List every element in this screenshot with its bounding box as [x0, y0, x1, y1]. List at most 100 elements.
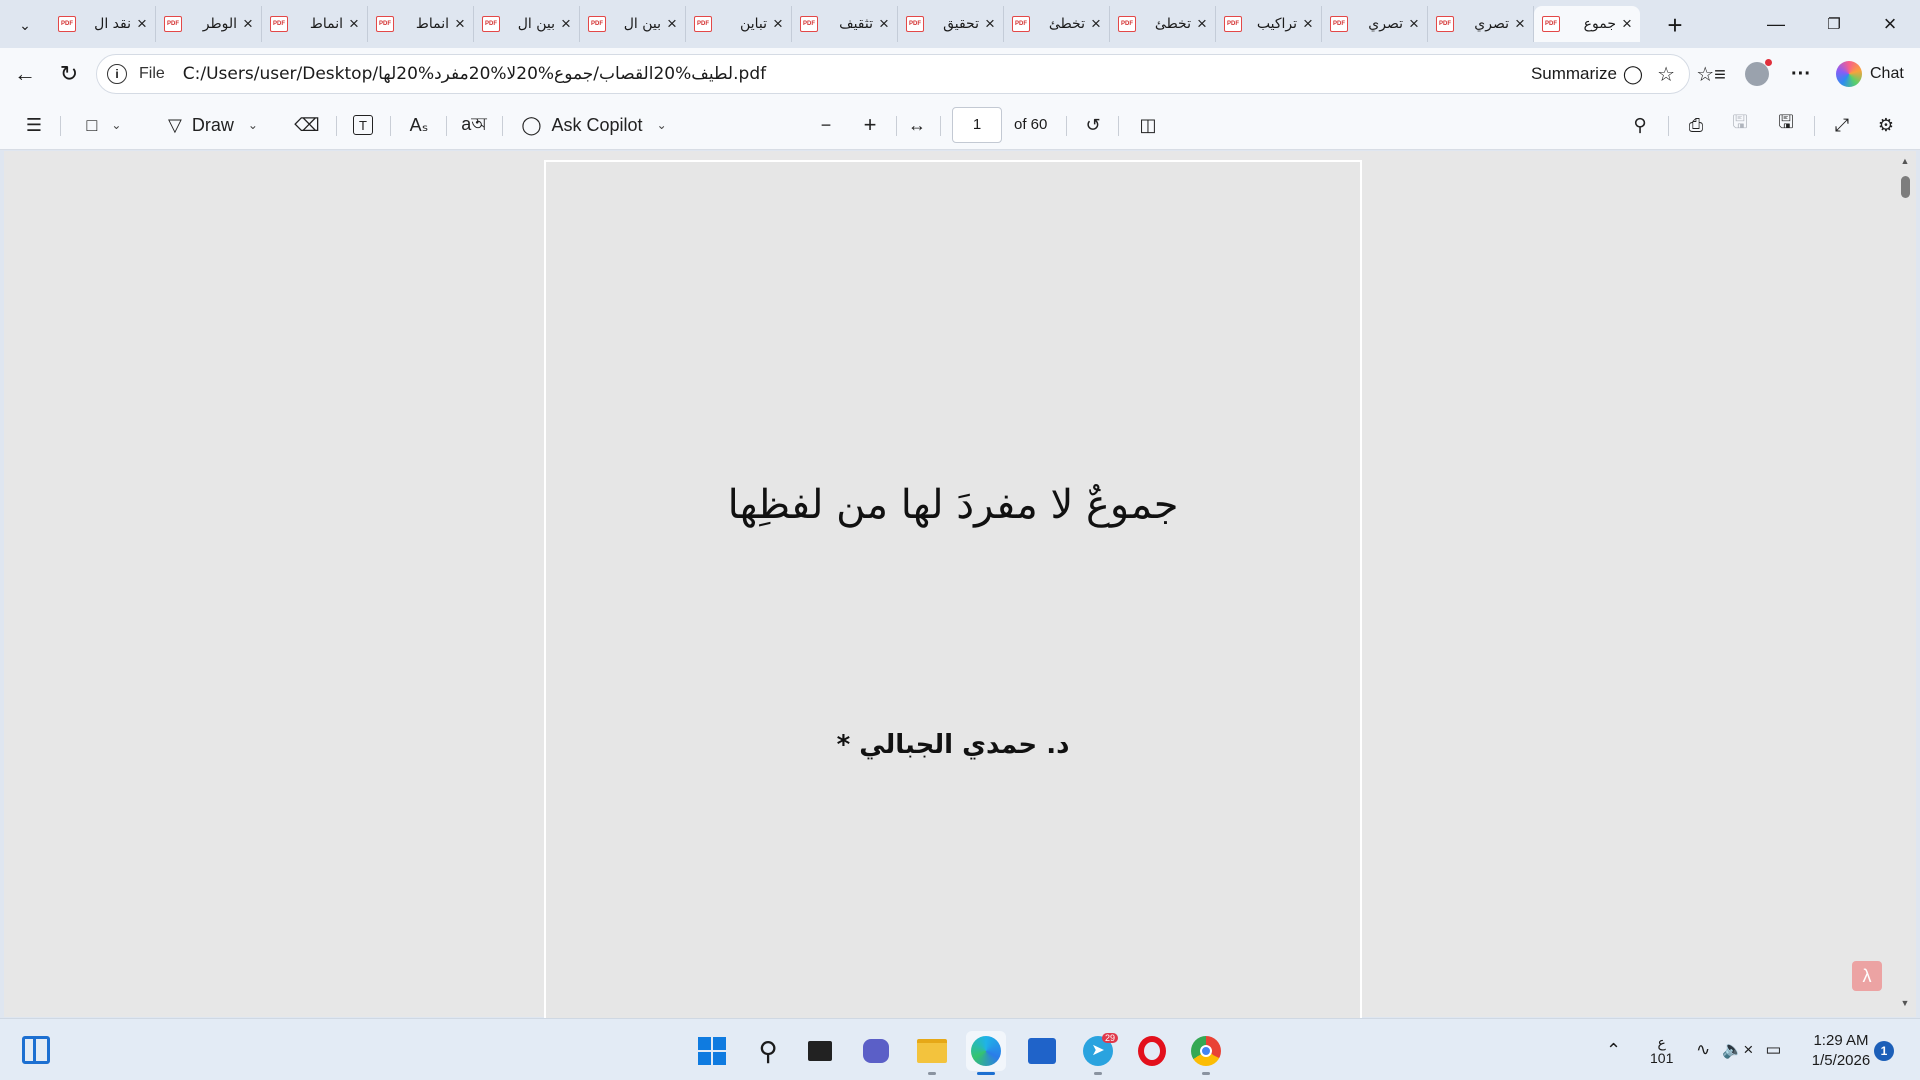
back-button[interactable]: ←: [8, 58, 42, 90]
tab[interactable]: PDF تباين ×: [686, 6, 792, 42]
tab[interactable]: PDF تثقيف ×: [792, 6, 898, 42]
highlight-button[interactable]: □ ⌄: [72, 109, 136, 141]
tab[interactable]: PDF الوطر ×: [156, 6, 262, 42]
close-icon[interactable]: ×: [983, 14, 997, 34]
fullscreen-button[interactable]: ⤢: [1826, 109, 1858, 141]
address-bar[interactable]: i File C:/Users/user/Desktop/لطيف%20القص…: [96, 54, 1690, 94]
tab[interactable]: PDF تخطئ ×: [1004, 6, 1110, 42]
tab[interactable]: PDF تحقيق ×: [898, 6, 1004, 42]
copilot-icon: ◯: [521, 114, 542, 135]
tab[interactable]: PDF تراكيب ×: [1216, 6, 1322, 42]
info-icon[interactable]: i: [107, 64, 127, 84]
scroll-up-arrow-icon[interactable]: ▲: [1898, 156, 1912, 170]
task-view-button[interactable]: [800, 1031, 840, 1071]
chevron-down-icon: ⌄: [656, 118, 667, 132]
close-window-button[interactable]: ×: [1862, 0, 1918, 48]
close-icon[interactable]: ×: [135, 14, 149, 34]
tab[interactable]: PDF بين ال ×: [474, 6, 580, 42]
url-text[interactable]: C:/Users/user/Desktop/لطيف%20القصاب/جموع…: [183, 64, 766, 84]
teams-app[interactable]: [856, 1031, 896, 1071]
settings-more-button[interactable]: ···: [1784, 58, 1818, 90]
close-icon[interactable]: ×: [877, 14, 891, 34]
add-text-button[interactable]: T: [346, 109, 380, 141]
telegram-app[interactable]: ➤ 29: [1078, 1031, 1118, 1075]
tab[interactable]: PDF انماط ×: [262, 6, 368, 42]
copilot-chat-button[interactable]: Chat: [1830, 56, 1914, 92]
acrobat-icon[interactable]: λ: [1852, 961, 1882, 991]
vertical-scrollbar[interactable]: ▲ ▼: [1898, 156, 1912, 1012]
minimize-button[interactable]: —: [1748, 0, 1804, 48]
save-button[interactable]: 🖫: [1724, 109, 1756, 141]
tab[interactable]: PDF نقد ال ×: [50, 6, 156, 42]
tab-title: تحقيق: [943, 16, 979, 32]
close-icon[interactable]: ×: [559, 14, 573, 34]
restore-button[interactable]: ❐: [1806, 0, 1862, 48]
new-tab-button[interactable]: +: [1658, 10, 1692, 40]
ask-copilot-button[interactable]: ◯ Ask Copilot ⌄: [518, 109, 670, 141]
clock[interactable]: 1:29 AM 1/5/2026: [1796, 1031, 1886, 1071]
draw-button[interactable]: ▽ Draw ⌄: [156, 109, 270, 141]
taskbar-search-button[interactable]: ⚲: [748, 1031, 788, 1071]
pdf-viewer[interactable]: جموعٌ لا مفردَ لها من لفظِها د. حمدي الج…: [4, 151, 1916, 1030]
close-icon[interactable]: ×: [1513, 14, 1527, 34]
widgets-icon[interactable]: [22, 1036, 50, 1064]
favorite-star-icon[interactable]: ☆: [1657, 62, 1675, 87]
pdf-icon: PDF: [482, 16, 500, 32]
page-number-input[interactable]: 1: [952, 107, 1002, 143]
pdf-icon: PDF: [1224, 16, 1242, 32]
system-tray-quick-settings[interactable]: ∿ 🔈× ▭: [1696, 1019, 1781, 1080]
tab-active[interactable]: PDF جموع ×: [1534, 6, 1640, 42]
chrome-app[interactable]: [1186, 1031, 1226, 1075]
close-icon[interactable]: ×: [347, 14, 361, 34]
page-view-button[interactable]: ◫: [1132, 109, 1164, 141]
rotate-button[interactable]: ↺: [1078, 109, 1108, 141]
favorites-button[interactable]: ☆≡: [1694, 58, 1728, 90]
close-icon[interactable]: ×: [241, 14, 255, 34]
erase-button[interactable]: ⌫: [290, 109, 324, 141]
scroll-thumb[interactable]: [1901, 176, 1910, 198]
notification-badge[interactable]: 1: [1874, 1041, 1894, 1061]
refresh-button[interactable]: ↻: [52, 58, 86, 90]
edge-app[interactable]: [966, 1031, 1006, 1075]
pdf-settings-button[interactable]: ⚙: [1870, 109, 1902, 141]
tab-title: تراكيب: [1256, 16, 1297, 32]
translate-button[interactable]: aঅ: [456, 109, 492, 141]
close-icon[interactable]: ×: [771, 14, 785, 34]
rotate-icon: ↺: [1085, 114, 1101, 135]
fit-to-width-button[interactable]: ↔: [902, 109, 932, 141]
close-icon[interactable]: ×: [665, 14, 679, 34]
close-icon[interactable]: ×: [1195, 14, 1209, 34]
opera-app[interactable]: [1132, 1031, 1172, 1071]
ask-copilot-label: Ask Copilot: [551, 114, 643, 135]
start-button[interactable]: [692, 1031, 732, 1071]
back-arrow-icon: ←: [14, 61, 36, 86]
pdf-icon: PDF: [270, 16, 288, 32]
pdf-icon: PDF: [1436, 16, 1454, 32]
profile-button[interactable]: [1740, 58, 1774, 90]
chrome-icon: [1191, 1036, 1221, 1066]
tab[interactable]: PDF تصري ×: [1322, 6, 1428, 42]
save-as-button[interactable]: 🖫: [1770, 109, 1802, 141]
tab[interactable]: PDF بين ال ×: [580, 6, 686, 42]
zoom-out-button[interactable]: −: [810, 109, 842, 141]
close-icon[interactable]: ×: [453, 14, 467, 34]
input-language-indicator[interactable]: ع 101: [1650, 1019, 1673, 1080]
tab[interactable]: PDF تخطئ ×: [1110, 6, 1216, 42]
close-icon[interactable]: ×: [1089, 14, 1103, 34]
close-icon[interactable]: ×: [1407, 14, 1421, 34]
tab-actions-menu-button[interactable]: ⌄: [8, 10, 42, 40]
store-app[interactable]: [1022, 1031, 1062, 1071]
close-icon[interactable]: ×: [1301, 14, 1315, 34]
print-button[interactable]: ⎙: [1680, 109, 1712, 141]
table-of-contents-button[interactable]: ☰: [18, 109, 50, 141]
summarize-button[interactable]: Summarize ◯: [1531, 64, 1643, 85]
zoom-in-button[interactable]: +: [854, 109, 886, 141]
close-icon[interactable]: ×: [1620, 14, 1634, 34]
scroll-down-arrow-icon[interactable]: ▼: [1898, 998, 1912, 1012]
tab[interactable]: PDF انماط ×: [368, 6, 474, 42]
show-hidden-icons-button[interactable]: ⌃: [1606, 1019, 1621, 1080]
tab[interactable]: PDF تصري ×: [1428, 6, 1534, 42]
search-button[interactable]: ⚲: [1624, 109, 1656, 141]
read-aloud-button[interactable]: Aₛ: [402, 109, 436, 141]
file-explorer-app[interactable]: [912, 1031, 952, 1075]
